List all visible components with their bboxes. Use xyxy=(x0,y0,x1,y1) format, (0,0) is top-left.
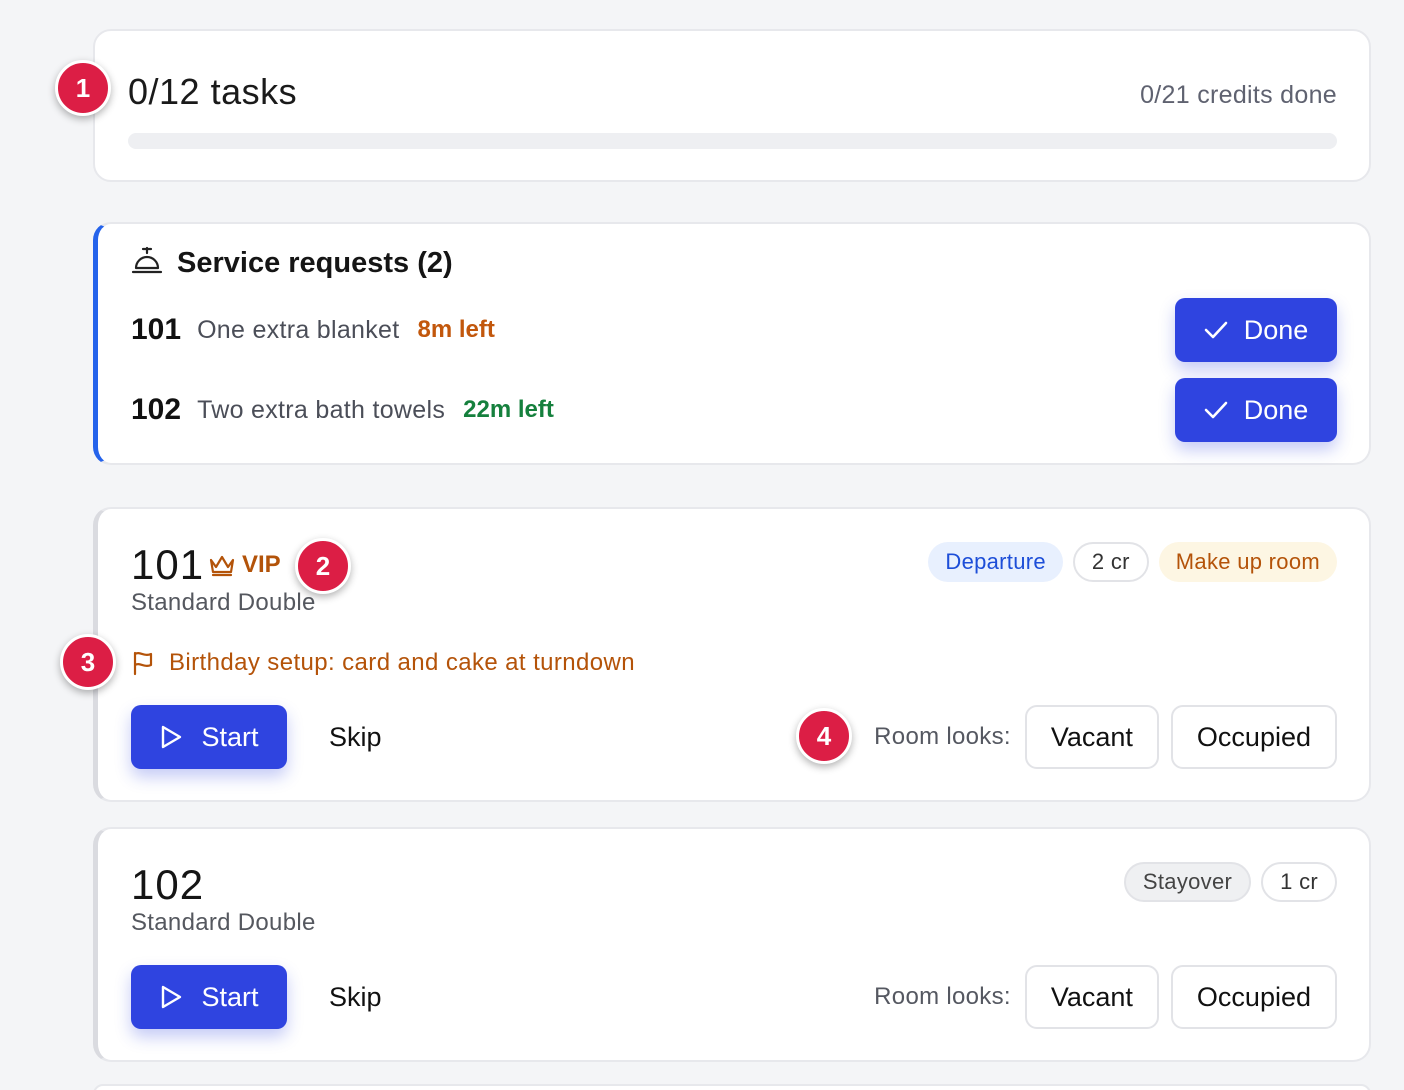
room-actions: Start Skip Room looks: Vacant Occupied xyxy=(131,965,1337,1029)
service-requests-header: Service requests (2) xyxy=(131,246,453,281)
room-looks-label: Room looks: xyxy=(874,983,1011,1010)
done-button[interactable]: Done xyxy=(1175,298,1337,362)
request-room-number: 102 xyxy=(131,393,182,426)
start-button-label: Start xyxy=(201,981,259,1012)
done-button-label: Done xyxy=(1243,314,1309,345)
room-number: 102 xyxy=(131,861,205,908)
annotation-marker-2: 2 xyxy=(295,538,351,594)
skip-button[interactable]: Skip xyxy=(329,982,382,1013)
request-description: One extra blanket xyxy=(197,315,400,344)
request-room-number: 101 xyxy=(131,313,182,346)
bell-icon xyxy=(131,246,163,281)
occupied-button[interactable]: Occupied xyxy=(1170,965,1337,1029)
start-button-label: Start xyxy=(201,721,259,752)
guest-note: Birthday setup: card and cake at turndow… xyxy=(131,649,635,677)
room-badges: Departure 2 cr Make up room xyxy=(928,542,1337,582)
service-requests-card: Service requests (2) 101 One extra blank… xyxy=(93,222,1371,465)
vip-badge: VIP xyxy=(208,551,281,579)
room-number: 101 xyxy=(131,541,205,588)
service-request-row: 102 Two extra bath towels 22m left Done xyxy=(131,378,1337,442)
check-icon xyxy=(1204,321,1228,339)
guest-note-text: Birthday setup: card and cake at turndow… xyxy=(169,649,636,676)
flag-icon xyxy=(133,651,153,676)
credits-done: 0/21 credits done xyxy=(1140,81,1337,109)
annotation-marker-4: 4 xyxy=(796,708,852,764)
progress-card: 0/12 tasks 0/21 credits done xyxy=(93,29,1371,182)
annotation-marker-1: 1 xyxy=(55,60,111,116)
room-badges: Stayover 1 cr xyxy=(1123,862,1337,902)
start-button[interactable]: Start xyxy=(131,705,287,769)
vacant-button[interactable]: Vacant xyxy=(1024,965,1159,1029)
start-button[interactable]: Start xyxy=(131,965,287,1029)
next-room-card[interactable] xyxy=(93,1084,1371,1090)
done-button[interactable]: Done xyxy=(1175,378,1337,442)
check-icon xyxy=(1204,401,1228,419)
crown-icon xyxy=(209,555,235,577)
room-actions: Start Skip Room looks: Vacant Occupied xyxy=(131,705,1337,769)
request-time-left: 22m left xyxy=(463,396,554,423)
room-looks-group: Room looks: Vacant Occupied xyxy=(874,965,1337,1029)
tasks-count: 0/12 tasks xyxy=(128,71,298,112)
request-time-left: 8m left xyxy=(417,316,495,343)
stayover-badge: Stayover xyxy=(1123,862,1252,902)
room-type: Standard Double xyxy=(131,909,316,936)
occupied-button[interactable]: Occupied xyxy=(1170,705,1337,769)
credits-badge: 2 cr xyxy=(1072,542,1149,582)
service-request-row: 101 One extra blanket 8m left Done xyxy=(131,298,1337,362)
room-looks-group: Room looks: Vacant Occupied xyxy=(874,705,1337,769)
annotation-marker-3: 3 xyxy=(60,634,116,690)
request-description: Two extra bath towels xyxy=(197,395,446,424)
make-up-room-badge: Make up room xyxy=(1158,542,1337,582)
done-button-label: Done xyxy=(1243,394,1309,425)
room-card[interactable]: 102 Standard Double Stayover 1 cr Start … xyxy=(93,827,1371,1062)
vacant-button[interactable]: Vacant xyxy=(1024,705,1159,769)
room-card[interactable]: 101 VIP Standard Double Departure 2 cr M… xyxy=(93,507,1371,802)
room-type: Standard Double xyxy=(131,589,316,616)
play-icon xyxy=(162,985,182,1009)
progress-bar xyxy=(128,133,1337,149)
skip-button[interactable]: Skip xyxy=(329,722,382,753)
credits-badge: 1 cr xyxy=(1261,862,1337,902)
vip-label: VIP xyxy=(242,551,281,578)
play-icon xyxy=(162,725,182,749)
room-looks-label: Room looks: xyxy=(874,723,1011,750)
departure-badge: Departure xyxy=(928,542,1063,582)
service-requests-title: Service requests (2) xyxy=(177,247,453,279)
